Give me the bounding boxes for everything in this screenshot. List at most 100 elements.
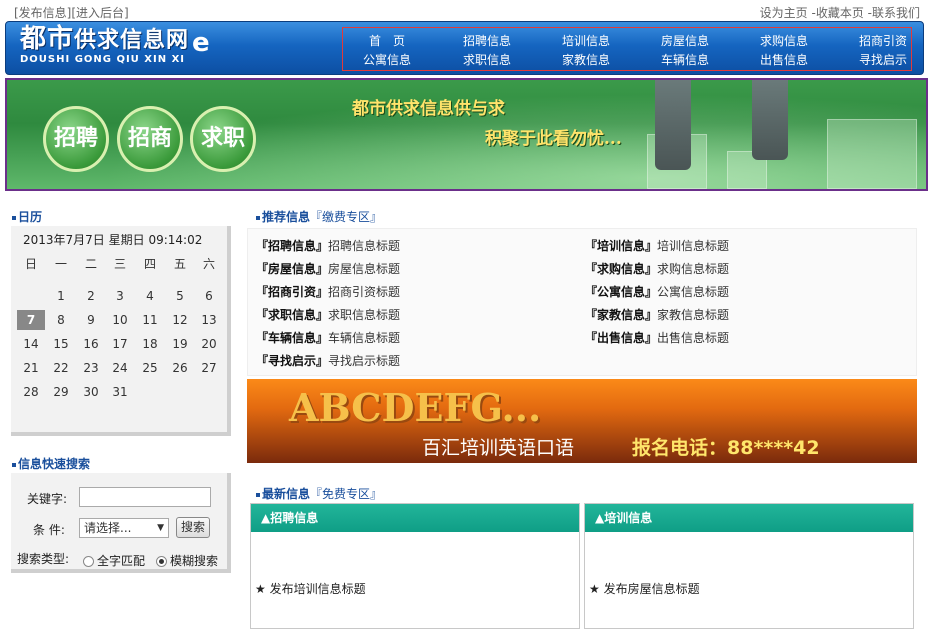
- radio-fuzzy[interactable]: 模糊搜索: [156, 552, 218, 569]
- rec-item-tag: 『寻找启示』: [256, 354, 329, 368]
- nav-tutoring[interactable]: 家教信息: [536, 51, 636, 68]
- rec-item[interactable]: 『公寓信息』公寓信息标题: [585, 283, 729, 300]
- nav-investment[interactable]: 招商引资: [833, 32, 929, 49]
- logo-rest: 供求信息网: [74, 27, 190, 53]
- calendar-day[interactable]: 6: [195, 286, 223, 306]
- banner-slogan-1: 都市供求信息供与求: [352, 99, 505, 119]
- rec-item-tag: 『求购信息』: [585, 262, 658, 276]
- nav-housing[interactable]: 房屋信息: [635, 32, 735, 49]
- calendar-day-today[interactable]: 7: [17, 310, 45, 330]
- calendar-day[interactable]: 4: [136, 286, 164, 306]
- calendar-day[interactable]: 21: [17, 358, 45, 378]
- list-item[interactable]: ★ 发布房屋信息标题: [589, 580, 700, 597]
- rec-item-text: 车辆信息标题: [328, 331, 401, 345]
- radio-fuzzy-label: 模糊搜索: [170, 554, 219, 568]
- rec-item[interactable]: 『培训信息』培训信息标题: [585, 237, 729, 254]
- calendar-day[interactable]: 16: [77, 334, 105, 354]
- rec-item-text: 培训信息标题: [657, 239, 730, 253]
- rec-item-tag: 『培训信息』: [585, 239, 658, 253]
- nav-apartment[interactable]: 公寓信息: [337, 51, 437, 68]
- search-button[interactable]: 搜索: [176, 517, 210, 538]
- calendar-day[interactable]: 19: [166, 334, 194, 354]
- contact-link[interactable]: -联系我们: [868, 6, 920, 20]
- nav-purchase[interactable]: 求购信息: [734, 32, 834, 49]
- keyword-input[interactable]: [79, 487, 211, 507]
- calendar-day[interactable]: 25: [136, 358, 164, 378]
- calendar-day: [17, 286, 45, 306]
- calendar-day[interactable]: 3: [106, 286, 134, 306]
- calendar-day[interactable]: 15: [47, 334, 75, 354]
- rec-item-text: 求职信息标题: [328, 308, 401, 322]
- logo-e-mark: e: [192, 28, 210, 58]
- list-item[interactable]: ★ 发布培训信息标题: [255, 580, 366, 597]
- radio-exact[interactable]: 全字匹配: [83, 552, 145, 569]
- site-logo[interactable]: 都市供求信息网 DOUSHI GONG QIU XIN XI e: [20, 26, 220, 70]
- banner-job-seeking-button[interactable]: 求职: [190, 106, 256, 172]
- calendar-day[interactable]: 14: [17, 334, 45, 354]
- calendar-day[interactable]: 5: [166, 286, 194, 306]
- calendar-day[interactable]: 18: [136, 334, 164, 354]
- bullet-icon: [12, 215, 16, 220]
- calendar-day[interactable]: 8: [47, 310, 75, 330]
- recommended-title-text: 推荐信息: [262, 210, 311, 224]
- set-homepage-link[interactable]: 设为主页: [760, 6, 808, 20]
- quick-search-panel: 关键字: 条 件: 请选择... ▼ 搜索 搜索类型: 全字匹配 模糊搜索: [11, 473, 231, 573]
- rec-item[interactable]: 『求职信息』求职信息标题: [256, 306, 400, 323]
- top-bar: [发布信息][进入后台] 设为主页 -收藏本页 -联系我们: [0, 0, 929, 22]
- person-figure: [655, 80, 691, 170]
- nav-vehicles[interactable]: 车辆信息: [635, 51, 735, 68]
- post-info-link[interactable]: [发布信息]: [14, 6, 71, 20]
- rec-item[interactable]: 『家教信息』家教信息标题: [585, 306, 729, 323]
- nav-sale[interactable]: 出售信息: [734, 51, 834, 68]
- banner-slogan-2: 积聚于此看勿忧...: [485, 129, 622, 149]
- ad-banner[interactable]: ABCDEFG... 百汇培训英语口语 报名电话：88****42: [247, 379, 917, 463]
- rec-item-tag: 『招商引资』: [256, 285, 329, 299]
- calendar-day[interactable]: 10: [106, 310, 134, 330]
- panel-header[interactable]: ▲培训信息: [585, 504, 913, 532]
- calendar-day[interactable]: 2: [77, 286, 105, 306]
- calendar-day[interactable]: 11: [136, 310, 164, 330]
- admin-link[interactable]: [进入后台]: [71, 6, 128, 20]
- calendar-day[interactable]: 31: [106, 382, 134, 402]
- nav-lost-found[interactable]: 寻找启示: [833, 51, 929, 68]
- keyword-label: 关键字:: [27, 492, 68, 506]
- weekday-header: 三: [113, 257, 126, 271]
- condition-label: 条 件:: [33, 523, 65, 537]
- nav-training[interactable]: 培训信息: [536, 32, 636, 49]
- calendar-day[interactable]: 9: [77, 310, 105, 330]
- rec-item[interactable]: 『车辆信息』车辆信息标题: [256, 329, 400, 346]
- calendar-day[interactable]: 28: [17, 382, 45, 402]
- rec-item[interactable]: 『招聘信息』招聘信息标题: [256, 237, 400, 254]
- chevron-down-icon: ▼: [157, 523, 164, 533]
- calendar-day[interactable]: 26: [166, 358, 194, 378]
- nav-recruit[interactable]: 招聘信息: [437, 32, 537, 49]
- calendar-day[interactable]: 1: [47, 286, 75, 306]
- banner-investment-button[interactable]: 招商: [117, 106, 183, 172]
- rec-item[interactable]: 『招商引资』招商引资标题: [256, 283, 400, 300]
- rec-item-text: 招聘信息标题: [328, 239, 401, 253]
- calendar-day[interactable]: 17: [106, 334, 134, 354]
- rec-item[interactable]: 『出售信息』出售信息标题: [585, 329, 729, 346]
- calendar-day[interactable]: 24: [106, 358, 134, 378]
- calendar-day[interactable]: 20: [195, 334, 223, 354]
- banner-recruit-button[interactable]: 招聘: [43, 106, 109, 172]
- calendar-day[interactable]: 27: [195, 358, 223, 378]
- calendar-day[interactable]: 12: [166, 310, 194, 330]
- calendar-day[interactable]: 13: [195, 310, 223, 330]
- bookmark-link[interactable]: -收藏本页: [811, 6, 863, 20]
- calendar-day[interactable]: 30: [77, 382, 105, 402]
- calendar-day[interactable]: 23: [77, 358, 105, 378]
- rec-item-text: 寻找启示标题: [328, 354, 401, 368]
- calendar-day[interactable]: 22: [47, 358, 75, 378]
- nav-home[interactable]: 首 页: [337, 32, 437, 49]
- radio-exact-label: 全字匹配: [97, 554, 146, 568]
- calendar-day[interactable]: 29: [47, 382, 75, 402]
- logo-main: 都市: [20, 24, 75, 54]
- panel-header[interactable]: ▲招聘信息: [251, 504, 579, 532]
- rec-item[interactable]: 『房屋信息』房屋信息标题: [256, 260, 400, 277]
- rec-item[interactable]: 『求购信息』求购信息标题: [585, 260, 729, 277]
- condition-select[interactable]: 请选择... ▼: [79, 518, 169, 538]
- person-figure: [752, 80, 788, 160]
- rec-item[interactable]: 『寻找启示』寻找启示标题: [256, 352, 400, 369]
- nav-job-seeking[interactable]: 求职信息: [437, 51, 537, 68]
